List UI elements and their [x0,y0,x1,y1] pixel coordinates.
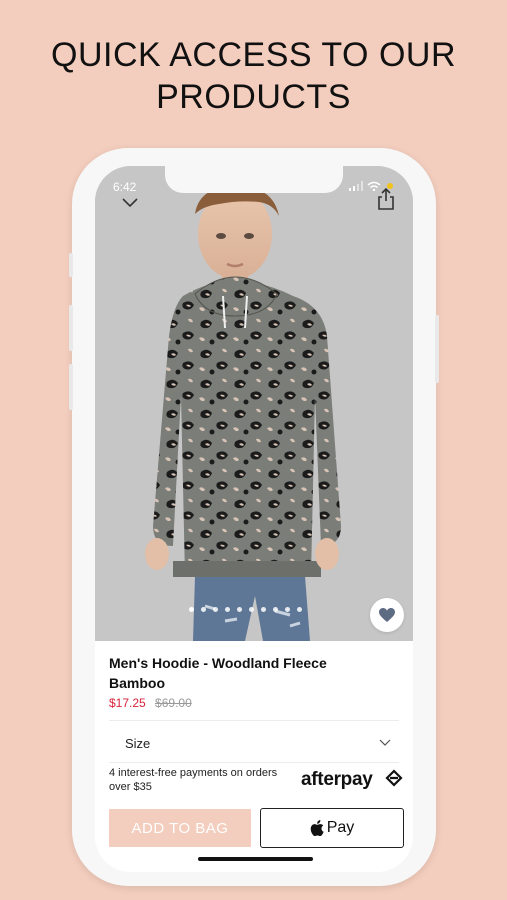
signal-icon [349,181,363,191]
product-title: Men's Hoodie - Woodland Fleece Bamboo [109,655,327,691]
headline-line-2: PRODUCTS [156,78,351,116]
size-select[interactable]: Size [109,726,399,762]
app-screen: 6:42 Men's Hoodie - Woodland Fleece Bamb… [95,166,413,872]
home-indicator[interactable] [198,857,313,861]
installments-text: 4 interest-free payments on orders over … [109,767,278,793]
divider [109,762,399,763]
original-price: $69.00 [155,696,192,710]
product-info-panel: Men's Hoodie - Woodland Fleece Bamboo $1… [95,641,413,872]
page-dot[interactable] [237,607,242,612]
phone-mute-switch [69,253,73,277]
size-label: Size [125,736,151,751]
page-dot[interactable] [189,607,194,612]
phone-notch [165,166,343,193]
chevron-down-icon [122,198,138,208]
afterpay-logo[interactable]: afterpay [301,769,373,791]
page-dot[interactable] [249,607,254,612]
status-time: 6:42 [113,180,137,194]
share-button[interactable] [377,187,395,215]
page-dot[interactable] [285,607,290,612]
add-to-bag-button[interactable]: ADD TO BAG [109,809,251,847]
product-image[interactable] [95,166,413,641]
sale-price: $17.25 [109,696,146,710]
apple-pay-label: Pay [326,819,355,836]
page-dot[interactable] [297,607,302,612]
favorite-button[interactable] [370,598,404,632]
collapse-button[interactable] [121,196,139,214]
apple-pay-button[interactable]: Pay [260,808,404,848]
phone-volume-down [69,364,73,410]
page-dot[interactable] [261,607,266,612]
page-dot[interactable] [273,607,278,612]
product-photo-illustration [95,166,413,641]
share-icon [378,187,394,210]
heart-icon [379,608,395,622]
afterpay-arrows-icon [385,769,403,787]
chevron-down-icon [379,739,391,746]
page-dot[interactable] [213,607,218,612]
divider [109,720,399,721]
headline-line-1: QUICK ACCESS TO OUR [51,36,456,74]
apple-icon [310,820,324,836]
promo-headline: QUICK ACCESS TO OUR PRODUCTS [0,34,507,118]
page-dot[interactable] [201,607,206,612]
price-block: $17.25 $69.00 [109,696,192,710]
page-dot[interactable] [225,607,230,612]
phone-volume-up [69,305,73,351]
gallery-pagination[interactable] [189,607,302,612]
phone-power-button [435,315,439,383]
